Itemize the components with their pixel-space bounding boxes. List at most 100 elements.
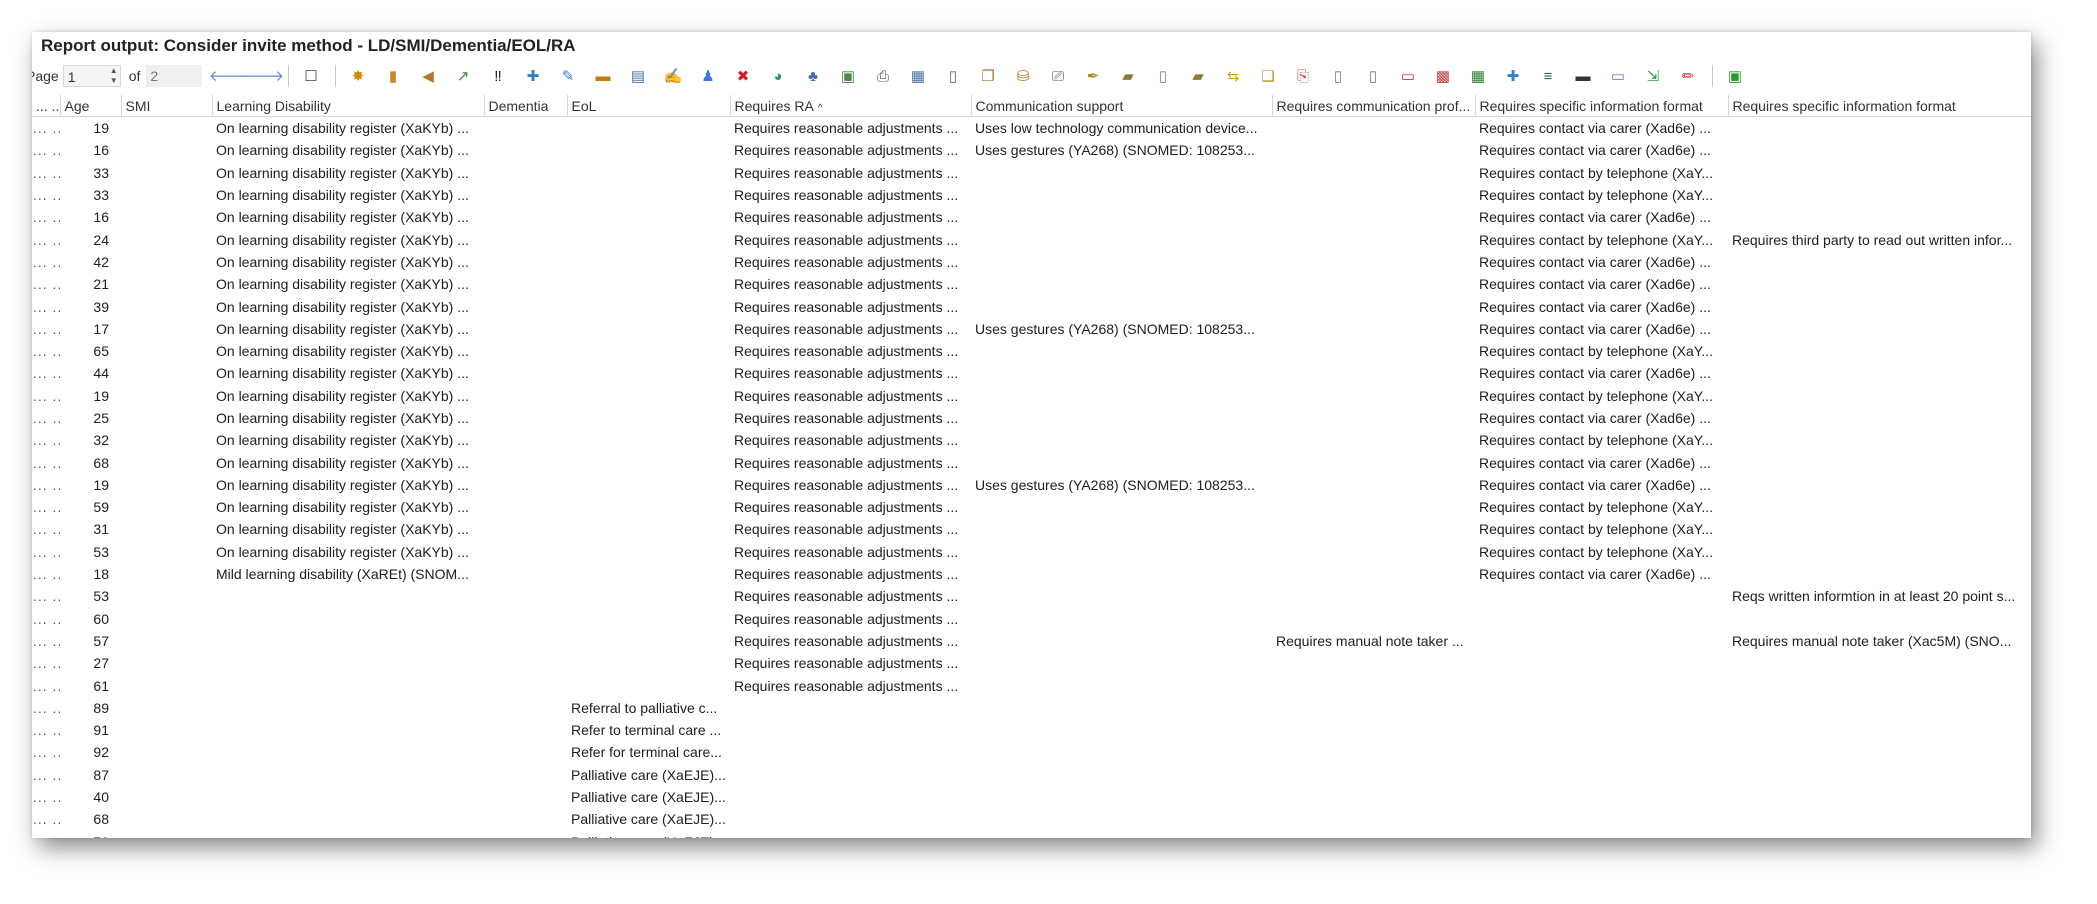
table-row[interactable]: ... ... 68 Palliative care (XaEJE)...: [32, 808, 2031, 830]
table-row[interactable]: ... ... 87 Palliative care (XaEJE)...: [32, 764, 2031, 786]
speaker-icon[interactable]: ◀: [415, 63, 441, 89]
chat-icon[interactable]: ▭: [1605, 63, 1631, 89]
cell-dem: [484, 429, 567, 451]
person-icon[interactable]: ♟: [695, 63, 721, 89]
gallery-icon[interactable]: ▣: [835, 63, 861, 89]
table-row[interactable]: ... ... 91 Refer to terminal care ...: [32, 719, 2031, 741]
calendar-icon[interactable]: ▭: [1395, 63, 1421, 89]
column-header-eol[interactable]: EoL: [567, 95, 731, 117]
column-header-ld[interactable]: Learning Disability: [212, 95, 485, 117]
column-header-c0[interactable]: ... ...: [32, 95, 61, 117]
printer-settings-icon[interactable]: ⎚: [1045, 63, 1071, 89]
cell-rcp: [1272, 318, 1475, 340]
table-row[interactable]: ... ... 25 On learning disability register…: [32, 407, 2031, 429]
cell-rsif2: [1728, 340, 2031, 362]
card-icon[interactable]: ▬: [590, 63, 616, 89]
expand-arrow-icon[interactable]: ↗: [450, 63, 476, 89]
table-row[interactable]: ... ... 60 Requires reasonable adjustments…: [32, 608, 2031, 630]
cell-ra: Requires reasonable adjustments ...: [734, 454, 959, 471]
table-row[interactable]: ... ... 40 Palliative care (XaEJE)...: [32, 786, 2031, 808]
column-header-rcp[interactable]: Requires communication prof...: [1272, 95, 1476, 117]
book-icon[interactable]: ▮: [380, 63, 406, 89]
column-header-dem[interactable]: Dementia: [484, 95, 568, 117]
eraser-alt-icon[interactable]: ▰: [1185, 63, 1211, 89]
exclamation-icon[interactable]: ‼: [485, 63, 511, 89]
table-row[interactable]: ... ... 21 On learning disability register…: [32, 273, 2031, 295]
table-row[interactable]: ... ... 18 Mild learning disability (XaREt…: [32, 563, 2031, 585]
delete-icon[interactable]: ✖: [730, 63, 756, 89]
save-icon[interactable]: ▣: [1722, 63, 1748, 89]
star-badge-icon[interactable]: ✸: [345, 63, 371, 89]
table-row[interactable]: ... ... 65 On learning disability register…: [32, 340, 2031, 362]
clipboard-alt-icon[interactable]: ▯: [1360, 63, 1386, 89]
table-row[interactable]: ... ... 27 Requires reasonable adjustments…: [32, 652, 2031, 674]
column-header-rsif2[interactable]: Requires specific information format: [1728, 95, 2031, 117]
cell-cs: [971, 206, 1272, 228]
spreadsheet-icon[interactable]: ▦: [1465, 63, 1491, 89]
table-row[interactable]: ... ... 61 Requires reasonable adjustments…: [32, 674, 2031, 696]
truck-icon[interactable]: ▬: [1570, 63, 1596, 89]
table-row[interactable]: ... ... 19 On learning disability register…: [32, 385, 2031, 407]
cell-dem: [484, 741, 567, 763]
export-icon[interactable]: ⎘: [1290, 63, 1316, 89]
column-header-label: Requires communication prof...: [1276, 97, 1471, 114]
forward-arrow-icon[interactable]: 🡒: [244, 63, 284, 89]
clipboard-icon[interactable]: ▯: [1325, 63, 1351, 89]
table-row[interactable]: ... ... 53 On learning disability register…: [32, 541, 2031, 563]
table-row[interactable]: ... ... 24 On learning disability register…: [32, 228, 2031, 250]
pen-icon[interactable]: ✒: [1080, 63, 1106, 89]
gif-icon[interactable]: ▩: [1430, 63, 1456, 89]
document-list-icon[interactable]: ▤: [625, 63, 651, 89]
column-header-age[interactable]: Age: [60, 95, 122, 117]
tree-icon[interactable]: ♣: [800, 63, 826, 89]
spinner-arrows-icon[interactable]: ▲ ▼: [110, 66, 118, 86]
column-header-rsif[interactable]: Requires specific information format: [1475, 95, 1729, 117]
cell-c0: ... ...: [33, 766, 60, 783]
table-row[interactable]: ... ... 16 On learning disability register…: [32, 206, 2031, 228]
select-box-icon[interactable]: ☐: [298, 63, 324, 89]
edit-note-icon[interactable]: ✍: [660, 63, 686, 89]
eraser-icon[interactable]: ▰: [1115, 63, 1141, 89]
transfer-icon[interactable]: ⇆: [1220, 63, 1246, 89]
table-row[interactable]: ... ... 53 Requires reasonable adjustments…: [32, 585, 2031, 607]
print-icon[interactable]: ⎙: [870, 63, 896, 89]
table-row[interactable]: ... ... 31 On learning disability register…: [32, 518, 2031, 540]
table-row[interactable]: ... ... 92 Refer for terminal care...: [32, 741, 2031, 763]
pencil-icon[interactable]: ✏: [1675, 63, 1701, 89]
globe-icon[interactable]: ◕: [765, 63, 791, 89]
pages-icon[interactable]: ❐: [975, 63, 1001, 89]
table-row[interactable]: ... ... 89 Referral to palliative c...: [32, 697, 2031, 719]
form-icon[interactable]: ▦: [905, 63, 931, 89]
table-row[interactable]: ... ... 19 On learning disability register…: [32, 474, 2031, 496]
folder-swap-icon[interactable]: ❏: [1255, 63, 1281, 89]
cell-eol: Referral to palliative c...: [571, 699, 718, 716]
page-spinner[interactable]: 1 ▲ ▼: [62, 65, 121, 87]
table-row[interactable]: ... ... 39 On learning disability register…: [32, 295, 2031, 317]
move-icon[interactable]: ✚: [1500, 63, 1526, 89]
paint-icon[interactable]: ✎: [555, 63, 581, 89]
table-row[interactable]: ... ... 33 On learning disability register…: [32, 184, 2031, 206]
exit-icon[interactable]: ⇲: [1640, 63, 1666, 89]
table-row[interactable]: ... ... 17 On learning disability register…: [32, 318, 2031, 340]
column-header-ra[interactable]: Requires RA ^: [730, 95, 972, 117]
table-row[interactable]: ... ...70 Palliative care (XaEJE)...: [32, 831, 2031, 838]
table-row[interactable]: ... ... 16 On learning disability register…: [32, 139, 2031, 161]
table-row[interactable]: ... ... 57 Requires reasonable adjustments…: [32, 630, 2031, 652]
table-row[interactable]: ... ... 68 On learning disability register…: [32, 451, 2031, 473]
database-icon[interactable]: ⛁: [1010, 63, 1036, 89]
back-arrow-icon[interactable]: 🡐: [209, 63, 249, 89]
cross-move-icon[interactable]: ✚: [520, 63, 546, 89]
column-header-smi[interactable]: SMI: [121, 95, 213, 117]
column-header-cs[interactable]: Communication support: [971, 95, 1273, 117]
cell-age: 59: [93, 499, 109, 516]
cell-ra: Requires reasonable adjustments ...: [734, 187, 959, 204]
table-row[interactable]: ... ... 59 On learning disability register…: [32, 496, 2031, 518]
table-row[interactable]: ... ... 44 On learning disability register…: [32, 362, 2031, 384]
table-row[interactable]: ... ... 42 On learning disability register…: [32, 251, 2031, 273]
sheet-icon[interactable]: ▯: [1150, 63, 1176, 89]
table-row[interactable]: ... ... 32 On learning disability register…: [32, 429, 2031, 451]
table-row[interactable]: ... ... 33 On learning disability register…: [32, 162, 2031, 184]
page-icon[interactable]: ▯: [940, 63, 966, 89]
table-row[interactable]: ... ... 19 On learning disability register…: [32, 117, 2031, 140]
hierarchy-icon[interactable]: ≡: [1535, 63, 1561, 89]
